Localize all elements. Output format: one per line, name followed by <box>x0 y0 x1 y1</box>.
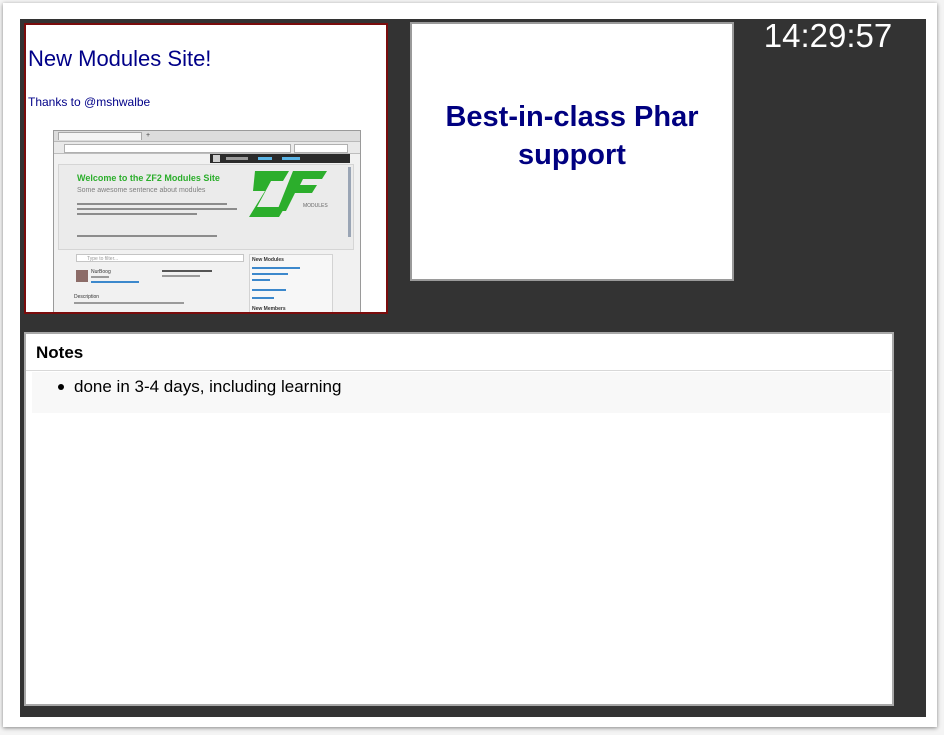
logo-caption: MODULES <box>303 203 328 209</box>
module-list-item: NurBoog <box>74 269 246 287</box>
sidebar-heading-new-modules: New Modules <box>252 257 284 263</box>
link-line <box>91 281 139 283</box>
module-description-label: Description <box>74 294 100 300</box>
sidebar-link <box>252 273 288 275</box>
scrollbar <box>348 167 351 237</box>
modules-site-screenshot: + Welcome to the ZF2 Modules Site Some a… <box>53 130 361 312</box>
hero-text-line <box>77 213 197 215</box>
site-nav-item <box>226 157 248 160</box>
bullet-icon <box>58 384 64 390</box>
site-nav-item <box>258 157 272 160</box>
site-nav-item <box>282 157 300 160</box>
avatar <box>76 270 88 282</box>
browser-url-bar <box>54 142 360 154</box>
current-slide-body-text: Thanks to @mshwalbe <box>28 95 151 109</box>
sidebar-link <box>252 297 274 299</box>
browser-tab-bar: + <box>54 131 360 142</box>
text-line <box>162 275 200 277</box>
address-field <box>64 144 291 153</box>
sidebar-link <box>252 267 300 269</box>
browser-search-field <box>294 144 348 153</box>
notes-list: done in 3-4 days, including learning <box>32 372 890 413</box>
browser-tab <box>58 132 142 140</box>
sidebar-link <box>252 279 270 281</box>
text-line <box>162 270 212 272</box>
site-nav-bar <box>210 154 350 163</box>
sidebar-heading-new-members: New Members <box>252 306 286 312</box>
text-line <box>74 302 184 304</box>
next-slide-title: Best-in-class Phar support <box>445 101 699 171</box>
current-slide-preview[interactable]: New Modules Site! Thanks to @mshwalbe + … <box>24 23 388 314</box>
module-filter-input: Type to filter... <box>76 254 244 262</box>
hero-text-line <box>77 235 217 237</box>
site-hero-title: Welcome to the ZF2 Modules Site <box>77 173 220 183</box>
current-slide-title: New Modules Site! <box>28 46 212 71</box>
text-line <box>91 276 109 278</box>
notes-list-item: done in 3-4 days, including learning <box>74 377 342 396</box>
presentation-clock: 14:29:57 <box>763 17 893 54</box>
hero-text-line <box>77 203 227 205</box>
sidebar-link <box>252 289 286 291</box>
site-hero-subtitle: Some awesome sentence about modules <box>77 187 206 194</box>
hero-text-line <box>77 208 237 210</box>
next-slide-preview[interactable]: Best-in-class Phar support <box>410 22 734 281</box>
module-author-name: NurBoog <box>91 269 111 275</box>
plus-icon: + <box>146 132 151 139</box>
speaker-notes-panel[interactable]: Notes done in 3-4 days, including learni… <box>24 332 894 706</box>
site-sidebar: New Modules New Members <box>249 254 333 312</box>
notes-header: Notes <box>26 334 892 371</box>
site-hero-banner: Welcome to the ZF2 Modules Site Some awe… <box>58 164 354 250</box>
zf-logo-icon: MODULES <box>249 171 328 217</box>
site-logo-icon <box>213 155 220 162</box>
notes-title: Notes <box>36 343 84 362</box>
